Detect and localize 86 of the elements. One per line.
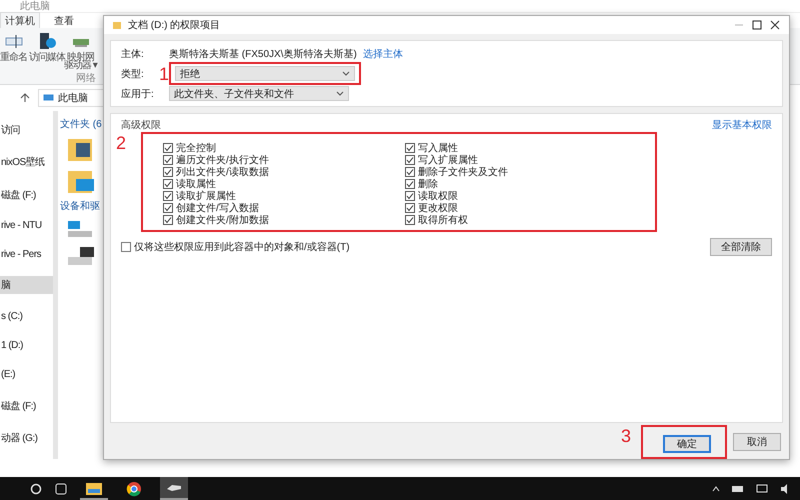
checkbox-label: 写入属性 xyxy=(418,142,458,154)
scrollbar[interactable] xyxy=(53,111,58,459)
checkbox-label: 遍历文件夹/执行文件 xyxy=(176,154,269,166)
dialog-button[interactable]: 取消 xyxy=(733,433,781,451)
field-label: 主体: xyxy=(121,48,145,60)
task-view-icon[interactable] xyxy=(54,482,68,494)
checkbox[interactable] xyxy=(163,191,173,201)
window-title: 此电脑 xyxy=(20,0,50,13)
ribbon-button[interactable]: 访问媒体 xyxy=(29,32,65,64)
checkbox[interactable] xyxy=(163,179,173,189)
checkbox-label: 读取权限 xyxy=(418,190,458,202)
checkbox-label: 创建文件/写入数据 xyxy=(176,202,259,214)
checkbox[interactable] xyxy=(163,143,173,153)
checkbox[interactable] xyxy=(405,203,415,213)
checkbox[interactable] xyxy=(163,215,173,225)
nav-item[interactable]: (E:) xyxy=(0,367,53,382)
network-drive-icon xyxy=(72,39,88,47)
chevron-down-icon xyxy=(336,90,344,96)
checkbox[interactable] xyxy=(405,155,415,165)
nav-item[interactable]: 磁盘 (F:) xyxy=(0,186,53,204)
checkbox-label: 更改权限 xyxy=(418,202,458,214)
nav-item[interactable]: s (C:) xyxy=(0,308,53,324)
chevron-up-icon[interactable] xyxy=(712,486,720,492)
section-header[interactable]: 文件夹 (6 xyxy=(60,117,102,131)
ribbon-button[interactable]: 重命名 xyxy=(0,32,27,64)
annotation-number: 3 xyxy=(621,427,632,445)
show-basic-link[interactable]: 显示基本权限 xyxy=(712,118,772,132)
chevron-down-icon xyxy=(342,70,350,76)
principal-name: 奥斯特洛夫斯基 (FX50JX\奥斯特洛夫斯基) xyxy=(169,48,357,60)
ribbon-tab[interactable]: 查看 xyxy=(50,12,78,28)
drive-icon xyxy=(166,482,182,492)
checkbox-label: 完全控制 xyxy=(176,142,216,154)
checkbox-label: 创建文件夹/附加数据 xyxy=(176,214,269,227)
checkbox-label: 列出文件夹/读取数据 xyxy=(176,166,269,178)
battery-icon[interactable] xyxy=(732,484,744,492)
speaker-icon[interactable] xyxy=(780,484,790,494)
dialog-button[interactable]: 确定 xyxy=(663,435,711,453)
ribbon-tab[interactable]: 计算机 xyxy=(0,12,40,29)
checkbox[interactable] xyxy=(405,215,415,225)
computer-icon xyxy=(43,94,54,102)
browser-icon xyxy=(126,480,142,496)
clear-all-button[interactable]: 全部清除 xyxy=(710,238,772,256)
folder-icon xyxy=(86,480,102,494)
checkbox-label: 仅将这些权限应用到此容器中的对象和/或容器(T) xyxy=(134,240,350,254)
type-dropdown[interactable]: 拒绝 xyxy=(175,66,355,81)
checkbox[interactable] xyxy=(405,143,415,153)
nav-item[interactable]: 1 (D:) xyxy=(0,338,53,354)
ribbon-group-label: 网络 xyxy=(76,72,96,85)
dialog-title: 文档 (D:) 的权限项目 xyxy=(128,18,220,32)
checkbox[interactable] xyxy=(405,167,415,177)
checkbox-label: 删除 xyxy=(418,178,438,190)
checkbox[interactable] xyxy=(163,167,173,177)
nav-item[interactable]: 磁盘 (F:) xyxy=(0,396,53,415)
rename-icon xyxy=(4,32,24,50)
checkbox[interactable] xyxy=(163,203,173,213)
search-icon[interactable] xyxy=(30,482,42,494)
checkbox-label: 删除子文件夹及文件 xyxy=(418,166,508,179)
nav-item[interactable]: 动器 (G:) xyxy=(0,428,53,447)
taskbar-app[interactable] xyxy=(160,477,188,500)
folder-icon xyxy=(112,20,122,30)
field-label: 应用于: xyxy=(121,88,155,100)
nav-item[interactable]: 脑 xyxy=(0,276,53,294)
maximize-icon[interactable] xyxy=(751,19,763,31)
up-arrow-icon[interactable] xyxy=(20,93,30,103)
checkbox-label: 读取属性 xyxy=(176,178,216,190)
nav-item[interactable]: rive - Pers xyxy=(0,247,53,262)
checkbox[interactable] xyxy=(121,242,131,252)
checkbox[interactable] xyxy=(405,191,415,201)
close-icon[interactable] xyxy=(769,19,781,31)
checkbox[interactable] xyxy=(405,179,415,189)
checkbox-label: 读取扩展属性 xyxy=(176,190,236,202)
section-title: 高级权限 xyxy=(121,118,161,132)
nav-item[interactable]: rive - NTU xyxy=(0,218,53,233)
select-principal-link[interactable]: 选择主体 xyxy=(362,46,403,60)
field-label: 类型: xyxy=(121,68,145,80)
applies-to-dropdown[interactable]: 此文件夹、子文件夹和文件 xyxy=(169,86,349,101)
checkbox-label: 取得所有权 xyxy=(418,214,468,227)
annotation-number: 2 xyxy=(116,134,126,152)
annotation-number: 1 xyxy=(159,65,170,83)
nav-item[interactable]: 访问 xyxy=(0,121,53,139)
network-icon[interactable] xyxy=(756,484,768,494)
section-header[interactable]: 设备和驱 xyxy=(60,199,102,213)
checkbox[interactable] xyxy=(163,155,173,165)
nav-item[interactable]: nixOS壁纸 xyxy=(0,153,53,172)
media-server-icon xyxy=(37,32,57,50)
checkbox-label: 写入扩展属性 xyxy=(418,154,478,166)
